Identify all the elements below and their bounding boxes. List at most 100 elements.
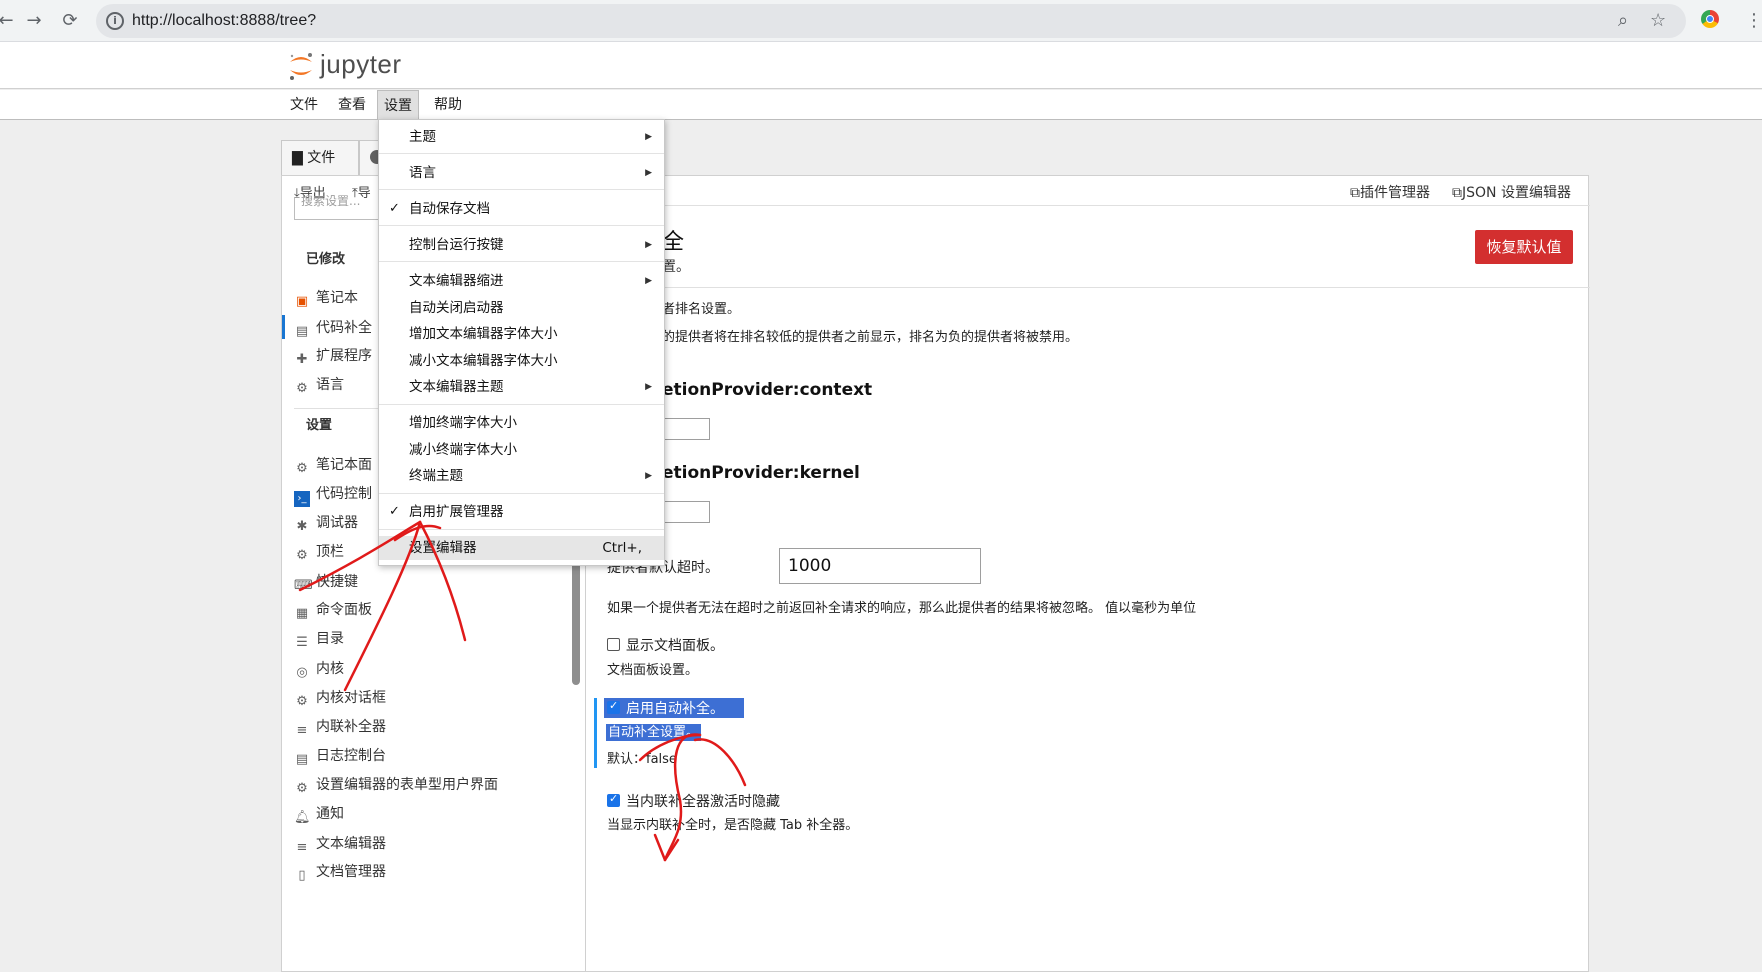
sidebar-item-kernel[interactable]: ◎ 内核 [294,658,344,680]
sidebar-item-text-editor[interactable]: ≡ 文本编辑器 [294,833,386,855]
plugin-manager-link[interactable]: ⧉插件管理器 [1350,182,1430,202]
menu-item-label: 自动关闭启动器 [409,300,504,316]
menu-item-auto-close-launcher[interactable]: 自动关闭启动器 [379,296,664,320]
sidebar-item-code-console[interactable]: ›_ 代码控制 [294,483,372,507]
menu-item-label: 文本编辑器缩进 [409,273,504,289]
sidebar-item-notifications[interactable]: 🔔︎ 通知 [294,803,344,825]
sidebar-item-command-palette[interactable]: ▦ 命令面板 [294,599,372,621]
json-editor-label: JSON 设置编辑器 [1462,185,1571,201]
doc-panel-checkbox[interactable] [607,638,620,651]
jupyter-logo-icon [290,53,312,80]
inline-hide-checkbox[interactable] [607,792,620,807]
sidebar-item-label: 文档管理器 [316,864,386,880]
tab-files[interactable]: ▇ 文件 [281,140,359,176]
menu-item-decrease-terminal-font[interactable]: 减小终端字体大小 [379,438,664,462]
chevron-right-icon: ▶ [645,471,652,481]
lines-icon: ≡ [296,723,308,738]
sidebar-item-notebook-panel[interactable]: ⚙ 笔记本面 [294,454,372,476]
sidebar-item-topbar[interactable]: ⚙ 顶栏 [294,541,344,563]
sidebar-item-label: 快捷键 [316,574,358,590]
menu-more-icon[interactable]: ⋮ [1742,9,1762,33]
sidebar-item-label: 日志控制台 [316,748,386,764]
sidebar-item-label: 设置编辑器的表单型用户界面 [316,777,498,793]
menu-view[interactable]: 查看 [332,90,372,120]
sidebar-item-notebook[interactable]: ▣ 笔记本 [294,287,358,309]
chrome-icon[interactable] [1701,10,1719,28]
sidebar-item-log-console[interactable]: ▤ 日志控制台 [294,745,386,767]
menu-item-label: 减小文本编辑器字体大小 [409,353,558,369]
menu-item-theme[interactable]: 主题 ▶ [379,125,664,149]
log-icon: ▤ [295,752,309,767]
reload-icon[interactable]: ⟳ [58,9,82,33]
menu-item-extension-manager[interactable]: ✓ 启用扩展管理器 [379,500,664,524]
menu-item-console-run-key[interactable]: 控制台运行按键 ▶ [379,233,664,257]
restore-defaults-button[interactable]: 恢复默认值 [1475,230,1573,264]
menu-item-terminal-theme[interactable]: 终端主题 ▶ [379,464,664,488]
check-icon: ✓ [389,504,400,519]
sidebar-item-label: 语言 [316,377,344,393]
sidebar-item-language[interactable]: ⚙ 语言 [294,374,344,396]
timeout-description: 如果一个提供者无法在超时之前返回补全请求的响应，那么此提供者的结果将被忽略。 值… [607,601,1197,616]
doc-panel-label: 显示文档面板。 [626,638,724,654]
gear-icon: ⚙ [296,381,308,396]
provider-kernel-label: etionProvider:kernel [662,463,860,483]
section-settings: 设置 [306,418,333,433]
sidebar-item-kernel-dialog[interactable]: ⚙ 内核对话框 [294,687,386,709]
menu-item-autosave[interactable]: ✓ 自动保存文档 [379,197,664,221]
site-info-icon[interactable]: i [106,12,124,30]
ranking-title: 者排名设置。 [662,302,741,317]
section-modified: 已修改 [306,252,346,267]
chevron-right-icon: ▶ [645,168,652,178]
chevron-right-icon: ▶ [645,240,652,250]
settings-title: 全 [662,230,685,255]
jupyter-header: jupyter [0,42,1762,89]
menubar: 文件 查看 设置 帮助 [0,90,1762,120]
document-icon: ▯ [298,868,306,883]
zoom-icon[interactable]: ⌕ [1618,10,1628,31]
forward-icon[interactable]: → [22,9,46,33]
sidebar-item-label: 调试器 [316,515,358,531]
auto-complete-description: 自动补全设置。 [606,724,702,741]
sidebar-item-toc[interactable]: ☰ 目录 [294,628,344,650]
sidebar-item-debugger[interactable]: ✱ 调试器 [294,512,358,534]
sidebar-item-extensions[interactable]: ✚ 扩展程序 [294,345,372,367]
jupyter-logo-text: jupyter [320,49,402,79]
menu-item-label: 文本编辑器主题 [409,379,504,395]
sidebar-item-code-completion[interactable]: ▤ 代码补全 [282,315,372,339]
menu-item-language[interactable]: 语言 ▶ [379,161,664,185]
back-icon[interactable]: ← [0,9,18,33]
bookmark-star-icon[interactable]: ☆ [1650,10,1666,31]
sidebar-scrollbar[interactable] [572,555,580,685]
address-bar[interactable]: i http://localhost:8888/tree? ⌕ ☆ [96,4,1686,38]
menu-item-decrease-editor-font[interactable]: 减小文本编辑器字体大小 [379,349,664,373]
extension-icon: ✚ [296,352,308,367]
settings-subtitle: 置。 [662,259,690,275]
menu-item-editor-theme[interactable]: 文本编辑器主题 ▶ [379,375,664,399]
sidebar-item-settings-form-ui[interactable]: ⚙ 设置编辑器的表单型用户界面 [294,774,498,796]
sidebar-item-doc-manager[interactable]: ▯ 文档管理器 [294,861,386,883]
menu-item-label: 主题 [409,129,436,145]
json-editor-link[interactable]: ⧉JSON 设置编辑器 [1452,182,1571,202]
sidebar-item-label: 顶栏 [316,544,344,560]
bell-icon: 🔔︎ [294,810,311,825]
menu-item-increase-terminal-font[interactable]: 增加终端字体大小 [379,411,664,435]
sidebar-item-shortcuts[interactable]: ⌨ 快捷键 [294,571,358,593]
auto-complete-checkbox[interactable] [607,699,620,714]
menu-item-settings-editor[interactable]: 设置编辑器 Ctrl+, [379,536,664,560]
timeout-input[interactable]: 1000 [779,548,981,584]
menu-file[interactable]: 文件 [284,90,324,120]
sidebar-item-label: 文本编辑器 [316,836,386,852]
settings-editor-panel: ⧉插件管理器 ⧉JSON 设置编辑器 全 置。 恢复默认值 者排名设置。 的提供… [585,175,1590,972]
menu-help[interactable]: 帮助 [428,90,468,120]
sidebar-item-label: 代码控制 [316,486,372,502]
sidebar-item-label: 命令面板 [316,602,372,618]
menu-settings[interactable]: 设置 [377,90,419,120]
sidebar-item-inline-completer[interactable]: ≡ 内联补全器 [294,716,386,738]
settings-dropdown-menu: 主题 ▶ 语言 ▶ ✓ 自动保存文档 控制台运行按键 ▶ 文本编辑器缩进 ▶ 自动关闭启动… [378,119,665,566]
console-icon: ›_ [294,491,310,507]
sidebar-item-label: 通知 [316,806,344,822]
menu-item-increase-editor-font[interactable]: 增加文本编辑器字体大小 [379,322,664,346]
menu-item-editor-indent[interactable]: 文本编辑器缩进 ▶ [379,269,664,293]
menu-item-label: 语言 [409,165,436,181]
browser-toolbar: ← → ⟳ i http://localhost:8888/tree? ⌕ ☆ … [0,0,1762,42]
